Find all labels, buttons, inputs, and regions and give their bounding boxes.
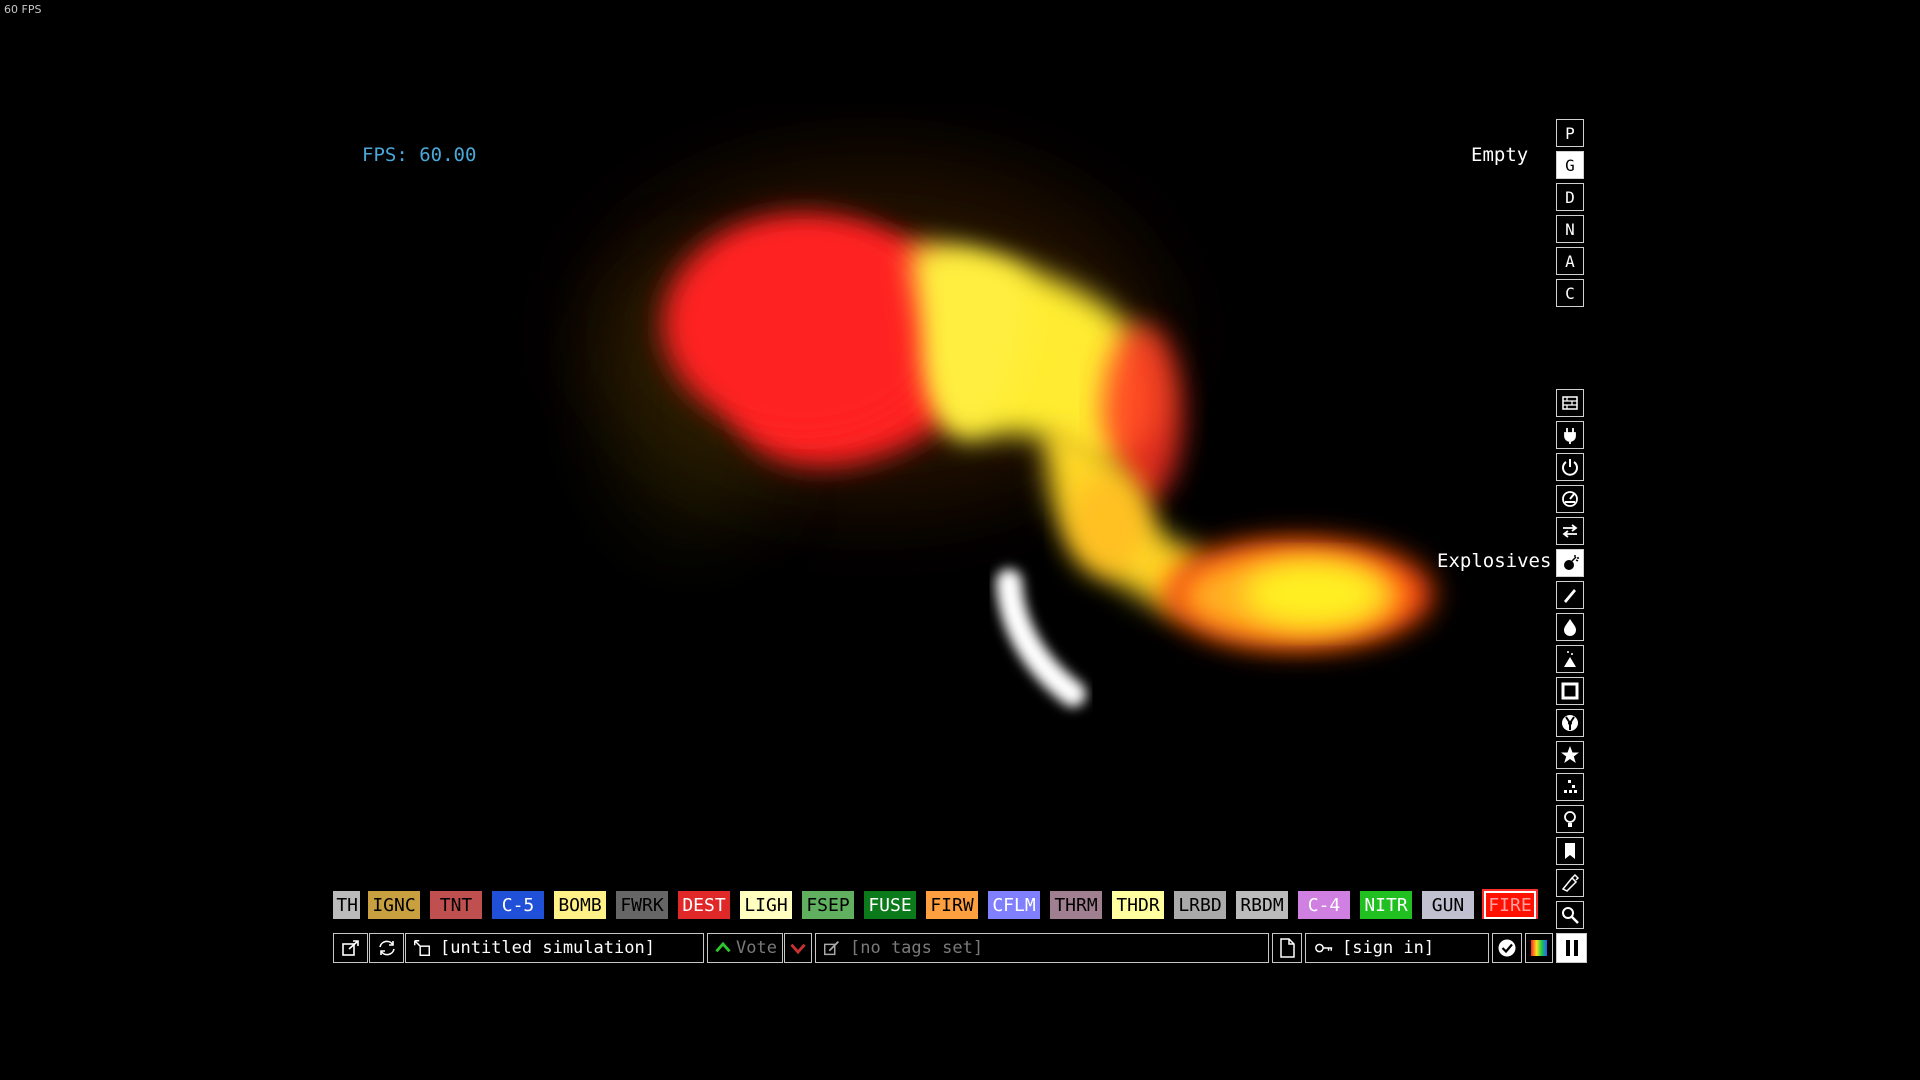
element-button-firw[interactable]: FIRW (926, 891, 978, 919)
pause-button[interactable] (1556, 933, 1587, 963)
element-button-cflm[interactable]: CFLM (988, 891, 1040, 919)
category-tooltip: Explosives (1437, 550, 1552, 572)
decoration-category-button[interactable] (1556, 869, 1584, 897)
display-mode-g-button[interactable]: G (1556, 151, 1584, 179)
radioactive-icon (1562, 715, 1578, 731)
element-button-lrbd[interactable]: LRBD (1174, 891, 1226, 919)
element-button-fire[interactable]: FIRE (1482, 889, 1538, 919)
settings-icon (1498, 939, 1516, 957)
open-save-button[interactable] (333, 933, 368, 963)
render-options-button[interactable] (1525, 933, 1553, 963)
hover-element-label: Empty (1471, 144, 1529, 166)
powered-category-button[interactable] (1556, 453, 1584, 481)
display-mode-p-button[interactable]: P (1556, 119, 1584, 147)
element-bar: TH IGNC TNT C-5 BOMB FWRK DEST LIGH FSEP FUSE FIRW… (333, 889, 1538, 919)
reload-icon (378, 940, 395, 956)
powders-category-button[interactable] (1556, 645, 1584, 673)
walls-icon (1562, 396, 1578, 410)
explosives-icon (1564, 555, 1579, 570)
electronics-icon (1564, 428, 1576, 444)
open-save-icon (341, 940, 359, 956)
tags-text: [no tags set] (850, 938, 984, 958)
element-button-fsep[interactable]: FSEP (802, 891, 854, 919)
simulation-fps: FPS: 60.00 (362, 144, 477, 166)
sign-in-button[interactable]: [sign in] (1305, 933, 1489, 963)
special-icon (1561, 746, 1579, 763)
element-button-tnt[interactable]: TNT (430, 891, 482, 919)
display-mode-a-button[interactable]: A (1556, 247, 1584, 275)
tag-edit-icon (824, 940, 840, 956)
explosives-category-button[interactable] (1556, 549, 1584, 577)
sign-in-label: [sign in] (1342, 938, 1435, 958)
electronics-category-button[interactable] (1556, 421, 1584, 449)
search-category-button[interactable] (1556, 901, 1584, 929)
gases-category-button[interactable] (1556, 581, 1584, 609)
downvote-arrow-icon (790, 943, 806, 955)
life-icon (1564, 780, 1577, 793)
new-simulation-icon (1280, 938, 1295, 958)
settings-button[interactable] (1492, 933, 1522, 963)
sensors-icon (1562, 491, 1578, 507)
powered-icon (1562, 459, 1578, 476)
pause-icon (1565, 940, 1578, 956)
element-button-rbdm[interactable]: RBDM (1236, 891, 1288, 919)
render-options-icon (1531, 940, 1547, 956)
element-button-c-5[interactable]: C-5 (492, 891, 544, 919)
tools-category-button[interactable] (1556, 805, 1584, 833)
key-icon (1315, 943, 1333, 953)
save-title-text: [untitled simulation] (440, 938, 655, 958)
display-mode-n-button[interactable]: N (1556, 215, 1584, 243)
liquids-category-button[interactable] (1556, 613, 1584, 641)
simulation-canvas[interactable] (333, 104, 1555, 926)
vote-up-button[interactable]: Vote (707, 933, 783, 963)
new-simulation-button[interactable] (1272, 933, 1302, 963)
element-button-dest[interactable]: DEST (678, 891, 730, 919)
element-button-gun[interactable]: GUN (1422, 891, 1474, 919)
upvote-arrow-icon (715, 941, 731, 953)
force-category-button[interactable] (1556, 517, 1584, 545)
save-title-field[interactable]: [untitled simulation] (405, 933, 704, 963)
window-fps-counter: 60 FPS (4, 3, 42, 16)
tags-field[interactable]: [no tags set] (815, 933, 1269, 963)
liquids-icon (1564, 619, 1576, 636)
force-icon (1562, 524, 1578, 538)
element-button-nitr[interactable]: NITR (1360, 891, 1412, 919)
element-button-thdr[interactable]: THDR (1112, 891, 1164, 919)
radioactive-category-button[interactable] (1556, 709, 1584, 737)
element-button-fwrk[interactable]: FWRK (616, 891, 668, 919)
special-category-button[interactable] (1556, 741, 1584, 769)
element-button-ligh[interactable]: LIGH (740, 891, 792, 919)
tools-icon (1564, 811, 1576, 827)
element-button-bomb[interactable]: BOMB (554, 891, 606, 919)
save-title-icon (414, 940, 430, 956)
reload-button[interactable] (369, 933, 404, 963)
element-button-c-4[interactable]: C-4 (1298, 891, 1350, 919)
element-button-thrm[interactable]: THRM (1050, 891, 1102, 919)
element-button-ignc[interactable]: IGNC (368, 891, 420, 919)
sensors-category-button[interactable] (1556, 485, 1584, 513)
life-category-button[interactable] (1556, 773, 1584, 801)
walls-category-button[interactable] (1556, 389, 1584, 417)
favorites-icon (1565, 843, 1575, 859)
element-button-fuse[interactable]: FUSE (864, 891, 916, 919)
gases-icon (1564, 589, 1576, 603)
decoration-icon (1561, 873, 1580, 892)
element-button-th[interactable]: TH (333, 891, 360, 919)
fire-cloud-graphic (583, 154, 1433, 707)
vote-down-button[interactable] (784, 933, 812, 963)
solids-category-button[interactable] (1556, 677, 1584, 705)
solids-icon (1561, 682, 1579, 700)
powders-icon (1564, 651, 1576, 667)
favorites-category-button[interactable] (1556, 837, 1584, 865)
search-icon (1562, 907, 1579, 924)
display-mode-c-button[interactable]: C (1556, 279, 1584, 307)
vote-label: Vote (736, 938, 777, 958)
display-mode-d-button[interactable]: D (1556, 183, 1584, 211)
